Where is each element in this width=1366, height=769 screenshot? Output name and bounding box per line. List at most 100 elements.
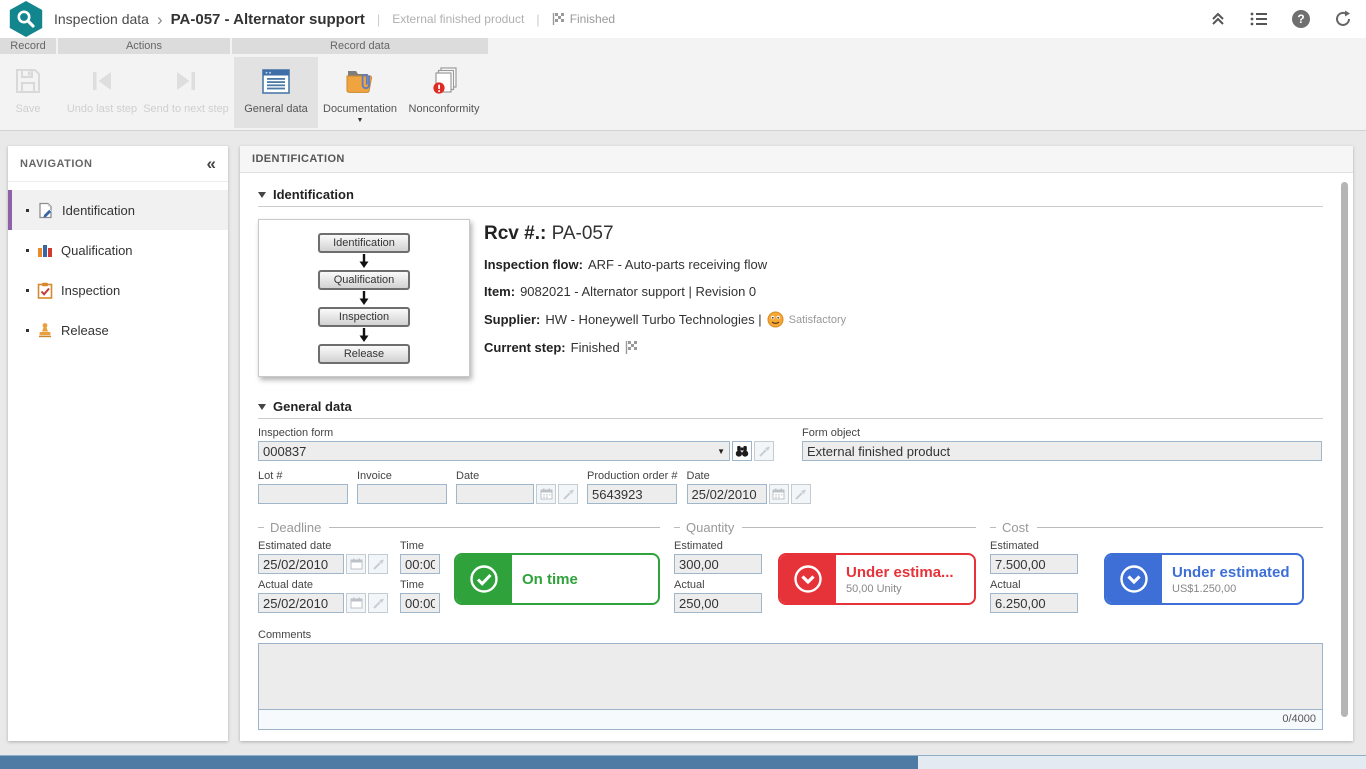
inspection-form-select[interactable]: ▼ xyxy=(258,441,730,461)
navigation-collapse-icon[interactable]: « xyxy=(207,154,216,174)
panel-title: IDENTIFICATION xyxy=(240,146,1353,173)
collapse-ribbon-icon[interactable] xyxy=(1210,11,1226,27)
navigation-title: NAVIGATION xyxy=(20,158,92,170)
record-title: PA-057 - Alternator support xyxy=(171,11,365,28)
cost-status-badge: Under estimated US$1.250,00 xyxy=(1104,553,1304,605)
save-icon xyxy=(13,64,43,98)
deadline-status-title: On time xyxy=(522,571,578,588)
inspection-form-value[interactable] xyxy=(258,441,730,461)
clear-field-button xyxy=(791,484,811,504)
calendar-icon xyxy=(346,554,366,574)
section-collapse-icon xyxy=(258,192,266,198)
documentation-dropdown-caret-icon[interactable]: ▼ xyxy=(357,117,364,124)
clear-field-button xyxy=(368,593,388,613)
production-order-input xyxy=(587,484,677,504)
nav-item-release[interactable]: Release xyxy=(8,310,228,350)
production-order-label: Production order # xyxy=(587,470,678,482)
undo-step-label: Undo last step xyxy=(67,103,137,115)
general-data-section-toggle[interactable]: General data xyxy=(258,391,1323,419)
task-list-icon[interactable] xyxy=(1250,11,1268,27)
clear-field-button xyxy=(558,484,578,504)
deadline-status-badge: On time xyxy=(454,553,660,605)
flow-arrow-icon xyxy=(358,328,370,343)
flow-arrow-icon xyxy=(358,291,370,306)
nav-item-label: Release xyxy=(61,323,109,338)
nav-item-identification[interactable]: Identification xyxy=(8,190,228,230)
identification-icon xyxy=(37,202,54,219)
clear-field-button xyxy=(754,441,774,461)
nav-bullet xyxy=(26,289,29,292)
search-binoculars-button[interactable] xyxy=(732,441,752,461)
section-collapse-icon xyxy=(258,404,266,410)
nav-item-inspection[interactable]: Inspection xyxy=(8,270,228,310)
inspection-form-label: Inspection form xyxy=(258,427,774,439)
documentation-icon xyxy=(344,64,376,98)
deadline-fieldset: Deadline Estimated date xyxy=(258,520,660,613)
cost-status-subtitle: US$1.250,00 xyxy=(1172,583,1290,595)
documentation-button[interactable]: Documentation ▼ xyxy=(318,57,402,128)
quantity-estimated-input xyxy=(674,554,762,574)
flow-step-identification: Identification xyxy=(318,233,410,253)
calendar-icon xyxy=(536,484,556,504)
quantity-legend: Quantity xyxy=(674,520,976,535)
invoice-input xyxy=(357,484,447,504)
estimated-time-label: Time xyxy=(400,540,440,552)
horizontal-scrollbar[interactable] xyxy=(0,755,1366,769)
nonconformity-button[interactable]: Nonconformity xyxy=(402,57,486,128)
nav-bullet xyxy=(26,329,29,332)
deadline-legend: Deadline xyxy=(258,520,660,535)
actual-date-input xyxy=(258,593,344,613)
inspection-icon xyxy=(37,282,53,299)
breadcrumb-separator-icon: › xyxy=(157,11,163,28)
undo-last-step-button: Undo last step xyxy=(60,57,144,128)
inspection-flow-line: Inspection flow:ARF - Auto-parts receivi… xyxy=(484,257,846,272)
smiley-rating-icon xyxy=(767,311,784,328)
general-data-button[interactable]: General data xyxy=(234,57,318,128)
estimated-time-input xyxy=(400,554,440,574)
item-line: Item:9082021 - Alternator support | Revi… xyxy=(484,284,846,299)
calendar-icon xyxy=(346,593,366,613)
current-step-line: Current step: Finished xyxy=(484,340,846,355)
nav-item-qualification[interactable]: Qualification xyxy=(8,230,228,270)
save-button: Save xyxy=(2,57,54,128)
flow-step-release: Release xyxy=(318,344,410,364)
record-object-subtitle: External finished product xyxy=(392,12,524,26)
breadcrumb-app-name[interactable]: Inspection data xyxy=(54,11,149,27)
current-step-value: Finished xyxy=(571,340,620,355)
inspection-flow-value: ARF - Auto-parts receiving flow xyxy=(588,257,767,272)
form-object-label: Form object xyxy=(802,427,1322,439)
cost-estimated-label: Estimated xyxy=(990,540,1078,552)
invoice-date-label: Date xyxy=(456,470,578,482)
vertical-scrollbar[interactable] xyxy=(1341,179,1349,731)
supplier-line: Supplier: HW - Honeywell Turbo Technolog… xyxy=(484,311,846,328)
nav-item-label: Inspection xyxy=(61,283,120,298)
qualification-icon xyxy=(37,242,53,258)
rcv-value: PA-057 xyxy=(552,223,614,244)
vertical-scrollbar-thumb[interactable] xyxy=(1341,182,1348,717)
documentation-label: Documentation xyxy=(323,103,397,115)
save-label: Save xyxy=(15,103,40,115)
group-label-record-data: Record data xyxy=(232,38,488,54)
toolbar-group-record-data: Record data General data Documentation ▼ xyxy=(232,38,488,130)
flow-step-inspection: Inspection xyxy=(318,307,410,327)
quantity-status-title: Under estima... xyxy=(846,564,954,581)
comments-textarea xyxy=(259,644,1322,710)
comments-char-counter: 0/4000 xyxy=(259,710,1322,729)
section-title: General data xyxy=(273,399,352,414)
lot-input xyxy=(258,484,348,504)
identification-section-toggle[interactable]: Identification xyxy=(258,179,1323,207)
current-step-label: Current step: xyxy=(484,340,566,355)
form-object-value xyxy=(802,441,1322,461)
refresh-icon[interactable] xyxy=(1334,10,1352,28)
help-icon[interactable]: ? xyxy=(1292,10,1310,28)
lot-label: Lot # xyxy=(258,470,348,482)
actual-time-input xyxy=(400,593,440,613)
app-logo-icon xyxy=(8,1,44,37)
estimated-date-input xyxy=(258,554,344,574)
cost-fieldset: Cost Estimated Actual Under estimated xyxy=(990,520,1323,613)
horizontal-scrollbar-thumb[interactable] xyxy=(0,756,918,769)
cost-actual-input xyxy=(990,593,1078,613)
rcv-number-line: Rcv #.: PA-057 xyxy=(484,223,846,245)
header-divider: | xyxy=(377,12,380,27)
comments-label: Comments xyxy=(258,629,1323,641)
